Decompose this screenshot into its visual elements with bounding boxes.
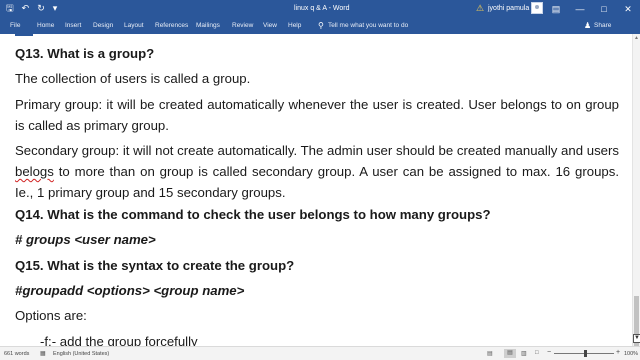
paragraph-text: to more than on group is called secondar… bbox=[15, 164, 619, 200]
tab-file[interactable]: File bbox=[10, 22, 20, 29]
scroll-up-icon[interactable]: ▲ bbox=[634, 35, 639, 41]
paragraph-primary-group: Primary group: it will be created automa… bbox=[15, 97, 619, 133]
zoom-out-icon[interactable]: − bbox=[547, 349, 551, 356]
tab-design[interactable]: Design bbox=[93, 22, 113, 29]
avatar[interactable] bbox=[531, 2, 543, 14]
scroll-down-icon[interactable]: ▼ bbox=[633, 334, 640, 343]
word-count[interactable]: 661 words bbox=[4, 351, 29, 357]
status-bar: 661 words ▦ English (United States) ▤ ▤ … bbox=[0, 346, 640, 360]
document-title: linux q & A - Word bbox=[294, 5, 350, 12]
share-icon[interactable]: ♟ bbox=[584, 21, 591, 30]
zoom-slider-thumb[interactable] bbox=[584, 350, 587, 357]
ribbon-display-icon[interactable]: ▤ bbox=[544, 0, 568, 18]
misspelled-word[interactable]: belogs bbox=[15, 164, 54, 179]
save-icon[interactable]: 🖫 bbox=[6, 3, 14, 14]
redo-icon[interactable]: ↻ bbox=[37, 3, 45, 14]
clipped-text-line bbox=[15, 34, 135, 37]
proofing-icon[interactable]: ▦ bbox=[40, 350, 46, 357]
tab-help[interactable]: Help bbox=[288, 22, 301, 29]
focus-mode-icon[interactable]: ▤ bbox=[487, 350, 493, 357]
maximize-icon[interactable]: □ bbox=[592, 0, 616, 18]
minimize-icon[interactable]: — bbox=[568, 0, 592, 18]
tab-home[interactable]: Home bbox=[37, 22, 54, 29]
tab-insert[interactable]: Insert bbox=[65, 22, 81, 29]
warning-icon[interactable]: ⚠ bbox=[476, 3, 484, 14]
tab-view[interactable]: View bbox=[263, 22, 277, 29]
paragraph-text: Secondary group: it will not create auto… bbox=[15, 143, 619, 158]
quick-access-toolbar: 🖫 ↶ ↻ ▾ bbox=[6, 3, 57, 14]
lightbulb-icon: ⚲ bbox=[318, 21, 324, 30]
zoom-in-icon[interactable]: + bbox=[616, 349, 620, 356]
undo-icon[interactable]: ↶ bbox=[22, 3, 30, 14]
paragraph-secondary-group: Secondary group: it will not create auto… bbox=[15, 140, 619, 203]
options-label: Options are: bbox=[15, 308, 87, 323]
window-controls: ▤ — □ ✕ bbox=[544, 0, 640, 18]
tell-me-search[interactable]: Tell me what you want to do bbox=[328, 22, 408, 29]
web-layout-icon[interactable]: □ bbox=[535, 350, 539, 356]
close-icon[interactable]: ✕ bbox=[616, 0, 640, 18]
customize-icon[interactable]: ▾ bbox=[53, 3, 58, 14]
share-button[interactable]: Share bbox=[594, 22, 611, 29]
read-mode-icon[interactable]: ▤ bbox=[504, 349, 516, 358]
heading-q13: Q13. What is a group? bbox=[15, 46, 155, 61]
paragraph-group-definition: The collection of users is called a grou… bbox=[15, 71, 251, 86]
tab-references[interactable]: References bbox=[155, 22, 188, 29]
vertical-scrollbar[interactable]: ▲ ▼ bbox=[632, 34, 640, 350]
title-bar: 🖫 ↶ ↻ ▾ linux q & A - Word ⚠ jyothi pamu… bbox=[0, 0, 640, 18]
zoom-level[interactable]: 100% bbox=[624, 351, 638, 357]
heading-q15: Q15. What is the syntax to create the gr… bbox=[15, 258, 295, 273]
tab-layout[interactable]: Layout bbox=[124, 22, 144, 29]
user-name[interactable]: jyothi pamula bbox=[488, 5, 529, 12]
print-layout-icon[interactable]: ▥ bbox=[521, 350, 527, 357]
command-groups: # groups <user name> bbox=[15, 232, 156, 247]
tab-mailings[interactable]: Mailings bbox=[196, 22, 220, 29]
language-status[interactable]: English (United States) bbox=[53, 351, 109, 357]
command-groupadd: #groupadd <options> <group name> bbox=[15, 283, 245, 298]
heading-q14: Q14. What is the command to check the us… bbox=[15, 207, 491, 222]
ribbon-tabs: File Home Insert Design Layout Reference… bbox=[0, 18, 640, 34]
tab-review[interactable]: Review bbox=[232, 22, 253, 29]
